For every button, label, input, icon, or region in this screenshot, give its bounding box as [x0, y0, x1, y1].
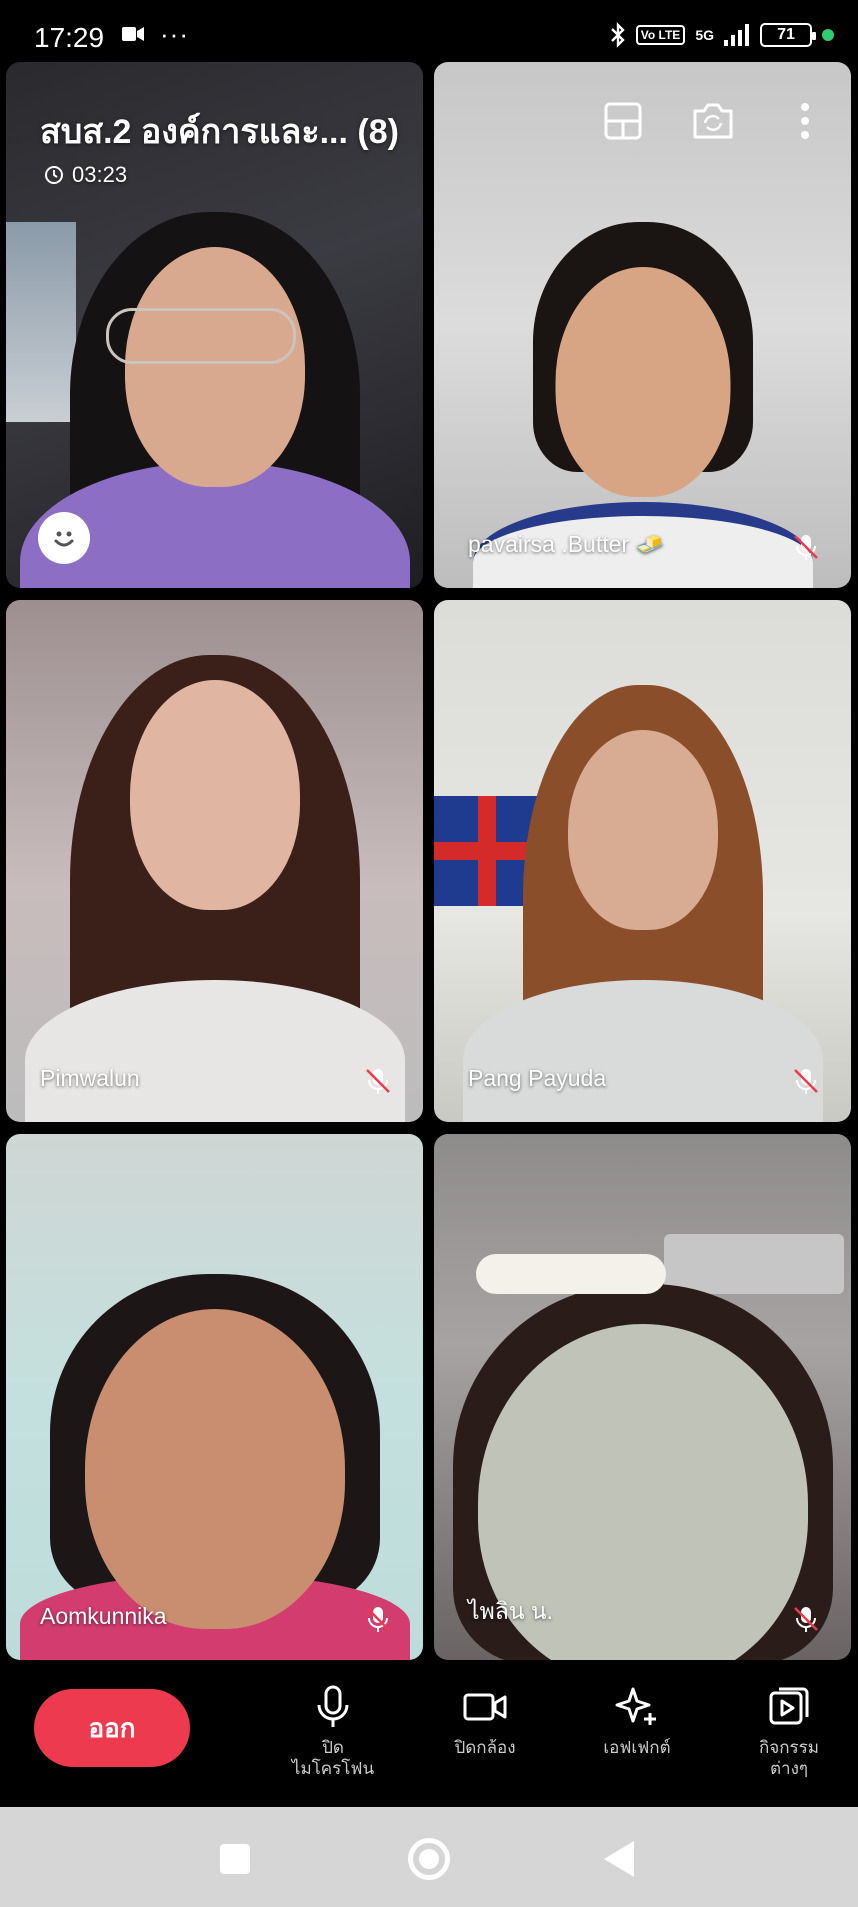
activities-label: กิจกรรม ต่างๆ [758, 1738, 819, 1778]
activities-button[interactable]: กิจกรรม ต่างๆ [724, 1683, 854, 1779]
person-face [129, 680, 300, 910]
system-nav-bar [0, 1807, 858, 1907]
mic-muted-icon [794, 1069, 818, 1094]
sparkle-icon [615, 1687, 656, 1725]
effects-label: เอฟเฟกต์ [603, 1738, 671, 1757]
participant-name: pavairsa .Butter 🧈 [468, 531, 665, 557]
smiley-icon [54, 531, 74, 547]
status-bar: 17:29 ··· Vo LTE 5G 71 [0, 0, 858, 60]
reaction-button[interactable] [38, 512, 90, 564]
camera-switch-icon [693, 103, 733, 139]
home-button[interactable] [408, 1838, 450, 1880]
headband [476, 1254, 666, 1294]
person-face [124, 247, 305, 487]
mic-toggle-button[interactable]: ปิด ไมโครโฟน [268, 1683, 398, 1779]
participant-name: ไพลิน น. [468, 1598, 554, 1624]
camera-toggle-button[interactable]: ปิดกล้อง [420, 1683, 550, 1758]
microphone-icon [317, 1685, 349, 1727]
status-notifications: ··· [122, 19, 189, 49]
mic-muted-icon [794, 1607, 818, 1632]
video-notification-icon [122, 27, 144, 41]
person-face [84, 1309, 345, 1629]
more-options-button[interactable] [782, 98, 828, 144]
mic-toggle-label: ปิด ไมโครโฟน [291, 1738, 375, 1778]
video-tile-5[interactable]: Aomkunnika [6, 1134, 423, 1660]
back-button[interactable] [604, 1841, 634, 1877]
mic-muted-icon [366, 1607, 390, 1632]
video-tile-4[interactable]: Pang Payuda [434, 600, 851, 1122]
participant-name: Aomkunnika [40, 1603, 167, 1629]
participant-name: Pang Payuda [468, 1065, 607, 1091]
clock-icon [45, 166, 63, 184]
call-duration: 03:23 [72, 162, 128, 187]
person-face [567, 730, 718, 930]
effects-button[interactable]: เอฟเฟกต์ [572, 1683, 702, 1758]
status-time: 17:29 [34, 22, 105, 53]
car-window [6, 222, 76, 422]
signal-icon [724, 24, 749, 46]
volte-badge: Vo LTE [635, 25, 686, 45]
network-type: 5G [695, 27, 714, 43]
video-tile-3[interactable]: Pimwalun [6, 600, 423, 1122]
battery-icon: 71 [760, 23, 816, 47]
video-tile-6[interactable]: ไพลิน น. [434, 1134, 851, 1660]
more-notifications-icon: ··· [160, 19, 189, 49]
layout-toggle-button[interactable] [600, 98, 646, 144]
air-conditioner [664, 1234, 844, 1294]
status-indicators: Vo LTE 5G 71 [610, 22, 834, 48]
switch-camera-button[interactable] [690, 98, 736, 144]
activities-icon [769, 1687, 809, 1725]
layout-icon [604, 102, 642, 140]
camera-toggle-label: ปิดกล้อง [454, 1738, 516, 1757]
participant-name: Pimwalun [40, 1065, 140, 1091]
mic-muted-icon [366, 1069, 390, 1094]
glasses [106, 308, 296, 364]
call-title[interactable]: สบส.2 องค์การและ... (8) [40, 104, 399, 158]
more-vertical-icon [801, 103, 809, 139]
call-controls: ออก ปิด ไมโครโฟน ปิดกล้อง เอฟเฟกต์ กิจกร… [0, 1665, 858, 1807]
video-camera-icon [463, 1693, 507, 1721]
privacy-indicator-dot [822, 29, 834, 41]
call-timer: 03:23 [44, 162, 127, 188]
bluetooth-icon [610, 22, 625, 48]
leave-call-button[interactable]: ออก [34, 1689, 190, 1767]
person-face [555, 267, 730, 497]
recent-apps-button[interactable] [220, 1844, 250, 1874]
mic-muted-icon [794, 535, 818, 560]
